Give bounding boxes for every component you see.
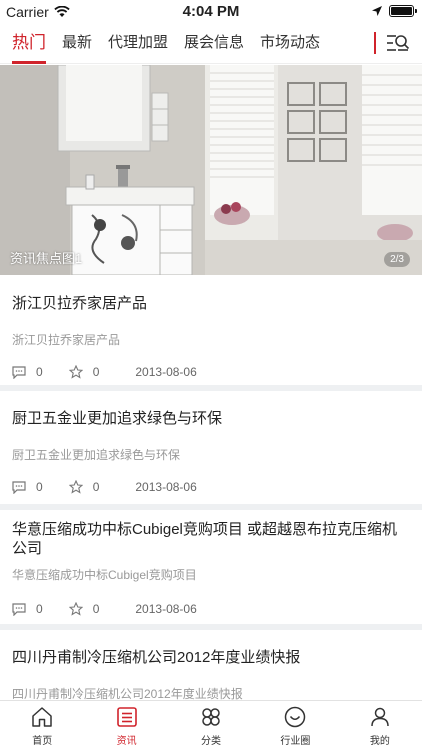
like-count[interactable]: 0: [68, 365, 100, 379]
article-meta: 0 0 2013-08-06: [12, 590, 410, 628]
status-bar: Carrier 4:04 PM: [0, 0, 422, 24]
banner-caption: 资讯焦点图1: [10, 251, 83, 266]
comment-count-value: 0: [36, 602, 43, 616]
tab-hot[interactable]: 热门: [12, 24, 46, 64]
article-date: 2013-08-06: [135, 602, 197, 616]
nav-profile[interactable]: 我的: [338, 701, 422, 750]
banner-image: [0, 65, 422, 275]
tab-market-news[interactable]: 市场动态: [260, 24, 320, 64]
star-icon: [68, 365, 83, 379]
tab-exhibitions[interactable]: 展会信息: [184, 24, 244, 64]
comment-count[interactable]: 0: [12, 365, 43, 379]
focus-banner[interactable]: 资讯焦点图1 2/3: [0, 65, 422, 275]
like-count[interactable]: 0: [68, 602, 100, 616]
article-summary: 浙江贝拉乔家居产品: [12, 333, 121, 347]
search-menu-icon[interactable]: [386, 32, 410, 54]
news-icon: [116, 707, 137, 727]
bottom-tab-bar: 首页 资讯 分类 行业圈 我的: [0, 700, 422, 750]
status-time: 4:04 PM: [182, 3, 240, 20]
comment-count-value: 0: [36, 480, 43, 494]
article-title: 厨卫五金业更加追求绿色与环保: [12, 410, 223, 427]
home-icon: [32, 707, 52, 727]
location-arrow-icon: [372, 6, 382, 16]
article-date: 2013-08-06: [135, 365, 197, 379]
comment-icon: [12, 602, 26, 616]
article-title: 四川丹甫制冷压缩机公司2012年度业绩快报: [12, 649, 301, 666]
nav-home[interactable]: 首页: [0, 701, 84, 750]
nav-industry-circle-label: 行业圈: [280, 736, 311, 747]
nav-news-label: 资讯: [116, 736, 137, 747]
comment-count[interactable]: 0: [12, 602, 43, 616]
tab-divider: [374, 32, 376, 54]
nav-news[interactable]: 资讯: [84, 701, 168, 750]
comment-icon: [12, 480, 26, 494]
article-meta: 0 0 2013-08-06: [12, 353, 410, 391]
star-icon: [68, 480, 83, 494]
article-item[interactable]: 浙江贝拉乔家居产品 浙江贝拉乔家居产品 0 0 2013-08-06: [0, 276, 422, 391]
like-count-value: 0: [92, 365, 100, 379]
like-count[interactable]: 0: [68, 480, 100, 494]
article-summary: 华意压缩成功中标Cubigel竞购项目: [12, 568, 197, 582]
star-icon: [68, 602, 83, 616]
article-item[interactable]: 厨卫五金业更加追求绿色与环保 厨卫五金业更加追求绿色与环保 0 0 2013-0…: [0, 391, 422, 510]
category-icon: [202, 708, 220, 726]
article-date: 2013-08-06: [135, 480, 197, 494]
like-count-value: 0: [92, 602, 100, 616]
battery-icon: [389, 5, 417, 17]
nav-profile-label: 我的: [369, 736, 390, 747]
article-meta: 0 0 2013-08-06: [12, 468, 410, 506]
comment-count-value: 0: [36, 365, 43, 379]
category-tabs: 热门 最新 代理加盟 展会信息 市场动态: [0, 24, 422, 64]
profile-icon: [371, 707, 389, 727]
article-item[interactable]: 华意压缩成功中标Cubigel竞购项目 或超越恩布拉克压缩机公司 华意压缩成功中…: [0, 510, 422, 630]
circle-icon: [285, 706, 306, 728]
comment-icon: [12, 365, 26, 379]
banner-pager: 2/3: [384, 252, 410, 267]
comment-count[interactable]: 0: [12, 480, 43, 494]
status-right: [371, 5, 417, 17]
tab-franchise[interactable]: 代理加盟: [108, 24, 168, 64]
article-summary: 厨卫五金业更加追求绿色与环保: [12, 448, 181, 462]
like-count-value: 0: [92, 480, 100, 494]
nav-category[interactable]: 分类: [169, 701, 253, 750]
nav-home-label: 首页: [32, 736, 53, 747]
article-list: 浙江贝拉乔家居产品 浙江贝拉乔家居产品 0 0 2013-08-06 厨卫五金业…: [0, 276, 422, 720]
nav-industry-circle[interactable]: 行业圈: [253, 701, 337, 750]
article-title: 浙江贝拉乔家居产品: [12, 295, 148, 312]
article-title: 华意压缩成功中标Cubigel竞购项目 或超越恩布拉克压缩机公司: [12, 521, 398, 557]
nav-category-label: 分类: [201, 736, 222, 747]
tab-latest[interactable]: 最新: [62, 24, 92, 64]
